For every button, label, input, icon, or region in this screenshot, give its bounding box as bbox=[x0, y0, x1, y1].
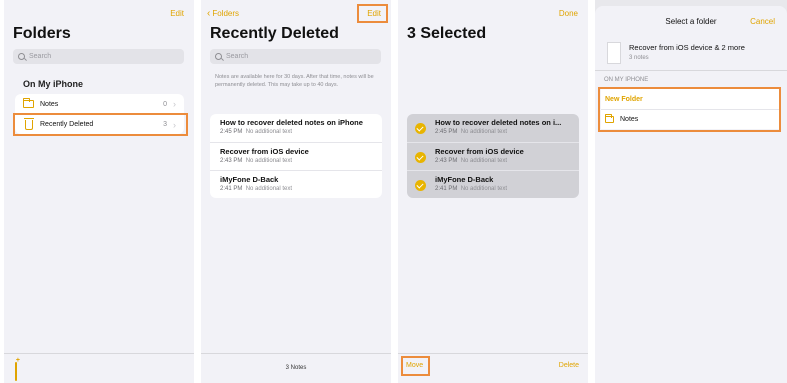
note-title: Recover from iOS device bbox=[220, 147, 309, 156]
list-item[interactable]: iMyFone D-Back 2:41 PM No additional tex… bbox=[407, 170, 579, 198]
folder-count: 0 bbox=[163, 100, 167, 108]
list-item[interactable]: Recover from iOS device 2:43 PM No addit… bbox=[407, 142, 579, 170]
list-item[interactable]: How to recover deleted notes on i... 2:4… bbox=[407, 114, 579, 142]
note-title: iMyFone D-Back bbox=[220, 175, 279, 184]
highlight-box bbox=[357, 4, 388, 23]
search-placeholder: Search bbox=[226, 53, 249, 60]
highlight-box bbox=[401, 356, 430, 376]
new-folder-icon[interactable] bbox=[15, 362, 17, 381]
folder-picker-sheet: Select a folder Cancel Recover from iOS … bbox=[595, 6, 787, 383]
folder-icon bbox=[23, 98, 34, 108]
search-icon bbox=[215, 53, 222, 60]
folder-row-notes[interactable]: Notes 0 › bbox=[15, 94, 184, 114]
selected-note-list: How to recover deleted notes on i... 2:4… bbox=[407, 114, 579, 198]
back-button[interactable]: ‹ Folders bbox=[207, 7, 240, 19]
move-count-label: 3 notes bbox=[629, 55, 649, 61]
checkmark-icon[interactable] bbox=[415, 180, 426, 191]
folder-label: Notes bbox=[40, 100, 59, 108]
bottom-toolbar bbox=[4, 353, 194, 383]
highlight-box bbox=[598, 87, 781, 132]
select-folder-screen: Select a folder Cancel Recover from iOS … bbox=[595, 0, 787, 383]
folders-screen: Edit Folders Search On My iPhone Notes 0… bbox=[4, 0, 194, 383]
edit-button[interactable]: Edit bbox=[170, 9, 184, 18]
list-item[interactable]: Recover from iOS device 2:43 PM No addit… bbox=[210, 142, 382, 170]
search-input[interactable]: Search bbox=[210, 49, 381, 64]
move-items-label: Recover from iOS device & 2 more bbox=[629, 43, 745, 52]
note-meta: 2:45 PM No additional text bbox=[435, 129, 508, 135]
note-thumbnail-icon bbox=[607, 42, 621, 64]
note-list: How to recover deleted notes on iPhone 2… bbox=[210, 114, 382, 198]
back-label: Folders bbox=[212, 9, 240, 18]
list-item[interactable]: iMyFone D-Back 2:41 PM No additional tex… bbox=[210, 170, 382, 198]
note-title: How to recover deleted notes on i... bbox=[435, 118, 562, 127]
delete-button[interactable]: Delete bbox=[559, 362, 579, 369]
page-title: Folders bbox=[13, 25, 71, 42]
done-button[interactable]: Done bbox=[559, 9, 578, 18]
checkmark-icon[interactable] bbox=[415, 152, 426, 163]
info-text: Notes are available here for 30 days. Af… bbox=[215, 74, 374, 88]
selection-screen: Done 3 Selected How to recover deleted n… bbox=[398, 0, 588, 383]
chevron-left-icon: ‹ bbox=[207, 7, 211, 19]
note-meta: 2:41 PM No additional text bbox=[435, 186, 508, 192]
divider bbox=[595, 70, 787, 71]
highlight-box bbox=[13, 113, 188, 136]
note-title: iMyFone D-Back bbox=[435, 175, 494, 184]
note-title: Recover from iOS device bbox=[435, 147, 524, 156]
note-meta: 2:43 PM No additional text bbox=[435, 158, 508, 164]
checkmark-icon[interactable] bbox=[415, 123, 426, 134]
chevron-right-icon: › bbox=[173, 99, 176, 109]
search-input[interactable]: Search bbox=[13, 49, 184, 64]
note-meta: 2:41 PM No additional text bbox=[220, 186, 293, 192]
bottom-toolbar: Move Delete bbox=[398, 353, 588, 383]
cancel-button[interactable]: Cancel bbox=[750, 17, 775, 26]
bottom-toolbar: 3 Notes bbox=[201, 353, 391, 383]
search-icon bbox=[18, 53, 25, 60]
section-header: ON MY IPHONE bbox=[604, 77, 649, 83]
note-meta: 2:45 PM No additional text bbox=[220, 129, 293, 135]
section-header: On My iPhone bbox=[23, 79, 84, 89]
recently-deleted-screen: ‹ Folders Edit Recently Deleted Search N… bbox=[201, 0, 391, 383]
note-title: How to recover deleted notes on iPhone bbox=[220, 118, 363, 127]
list-item[interactable]: How to recover deleted notes on iPhone 2… bbox=[210, 114, 382, 142]
search-placeholder: Search bbox=[29, 53, 52, 60]
page-title: 3 Selected bbox=[407, 25, 487, 42]
page-title: Recently Deleted bbox=[210, 25, 339, 42]
note-meta: 2:43 PM No additional text bbox=[220, 158, 293, 164]
notes-count: 3 Notes bbox=[285, 365, 307, 371]
